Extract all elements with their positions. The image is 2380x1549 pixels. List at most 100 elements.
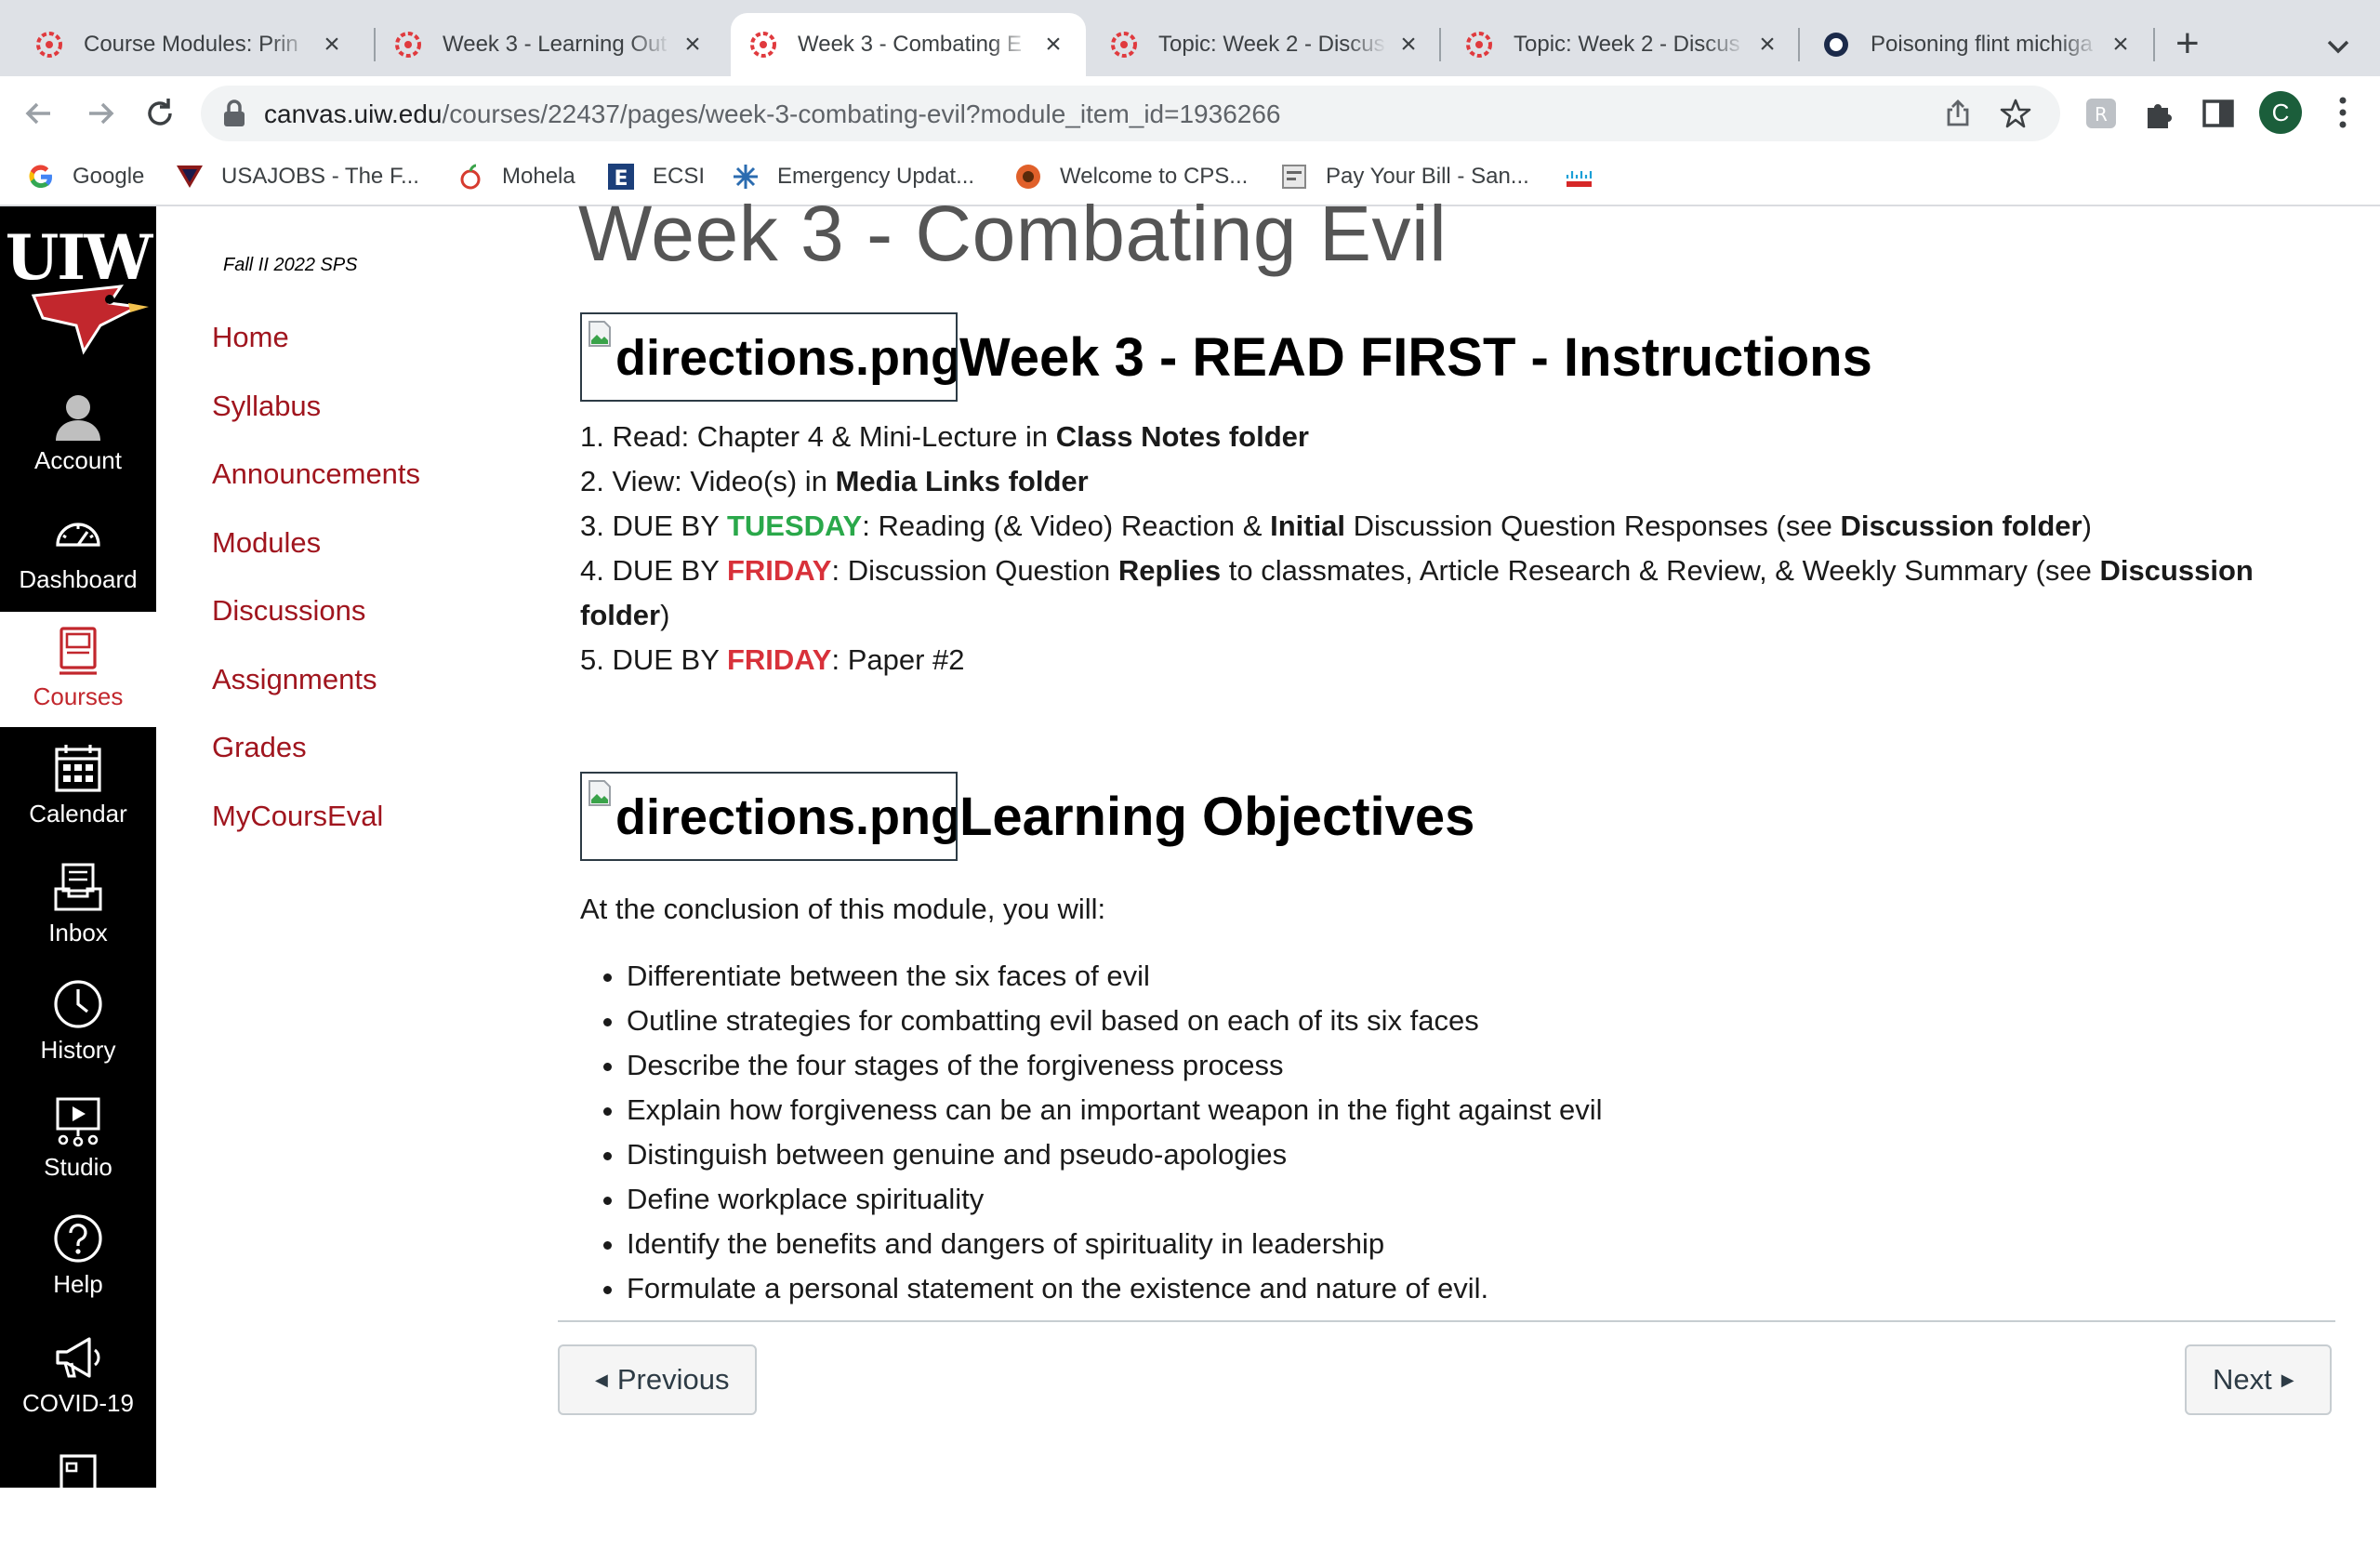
- instruction-bold: Media Links folder: [835, 465, 1089, 497]
- course-nav-home[interactable]: Home: [212, 316, 420, 385]
- account-icon: [56, 395, 100, 441]
- global-nav-more[interactable]: [0, 1434, 156, 1549]
- instruction-text: ): [2082, 510, 2092, 542]
- objectives-list: Differentiate between the six faces of e…: [580, 954, 1602, 1311]
- canvas-favicon-icon: [395, 32, 421, 58]
- instruction-item-4: 4. DUE BY FRIDAY: Discussion Question Re…: [580, 549, 2254, 638]
- tab-separator: [1439, 28, 1441, 61]
- extension-r-icon[interactable]: R: [2082, 95, 2120, 132]
- browser-tab[interactable]: Week 3 - Learning Out ×: [376, 13, 725, 76]
- next-button[interactable]: Next ▶: [2185, 1344, 2332, 1415]
- browser-toolbar: canvas.uiw.edu/courses/22437/pages/week-…: [0, 76, 2380, 149]
- instructions-heading: Week 3 - READ FIRST - Instructions: [959, 326, 1872, 388]
- global-nav-studio[interactable]: Studio: [0, 1082, 156, 1198]
- lock-icon[interactable]: [221, 99, 247, 128]
- course-nav-assignments[interactable]: Assignments: [212, 658, 420, 727]
- help-icon: [54, 1214, 102, 1263]
- bookmark-cisco[interactable]: [1564, 158, 1610, 195]
- bookmark-label: Mohela: [502, 164, 575, 189]
- close-tab-icon[interactable]: ×: [320, 29, 344, 60]
- back-arrow-icon[interactable]: [19, 93, 60, 134]
- directions-image-broken: directions.png: [580, 772, 958, 861]
- extensions-puzzle-icon[interactable]: [2140, 95, 2177, 132]
- previous-label: Previous: [616, 1363, 730, 1396]
- bookmark-label: Google: [73, 164, 145, 189]
- course-nav-announcements[interactable]: Announcements: [212, 453, 420, 522]
- instruction-text: 4. DUE BY: [580, 554, 727, 587]
- content-divider: [558, 1320, 2335, 1322]
- course-nav-modules[interactable]: Modules: [212, 522, 420, 590]
- close-tab-icon[interactable]: ×: [2109, 29, 2133, 60]
- tab-search-chevron-icon[interactable]: [2320, 28, 2357, 65]
- courses-icon: [60, 627, 97, 675]
- cisco-icon: [1566, 171, 1593, 187]
- svg-text:UIW: UIW: [6, 221, 153, 294]
- bookmark-usajobs[interactable]: USAJOBS - The F...: [175, 158, 419, 195]
- browser-menu-icon[interactable]: [2324, 93, 2361, 132]
- close-tab-icon[interactable]: ×: [1396, 29, 1421, 60]
- side-panel-icon[interactable]: [2200, 95, 2237, 132]
- global-nav-account[interactable]: Account: [0, 376, 156, 491]
- objective-item: Define workplace spirituality: [627, 1177, 1602, 1222]
- global-nav-label: Calendar: [29, 800, 127, 827]
- global-nav-covid-19[interactable]: COVID-19: [0, 1318, 156, 1434]
- global-nav-dashboard[interactable]: Dashboard: [0, 495, 156, 610]
- canvas-favicon-icon: [1111, 32, 1137, 58]
- new-tab-button[interactable]: +: [2175, 20, 2200, 67]
- instruction-bold: Class Notes folder: [1055, 420, 1309, 453]
- profile-avatar[interactable]: C: [2259, 91, 2302, 134]
- usajobs-icon: [177, 165, 203, 188]
- browser-tab[interactable]: Topic: Week 2 - Discus ×: [1091, 13, 1441, 76]
- instruction-text: to classmates, Article Research & Review…: [1221, 554, 2100, 587]
- course-nav-mycourseval[interactable]: MyCoursEval: [212, 795, 420, 864]
- global-nav-courses[interactable]: Courses: [0, 612, 156, 727]
- global-nav-label: Dashboard: [19, 565, 138, 593]
- bookmark-google[interactable]: Google: [26, 158, 144, 195]
- instruction-item-3: 3. DUE BY TUESDAY: Reading (& Video) Rea…: [580, 504, 2254, 549]
- share-icon[interactable]: [1943, 99, 1973, 128]
- previous-button[interactable]: ◀ Previous: [558, 1344, 758, 1415]
- global-nav-label: Studio: [44, 1153, 112, 1181]
- course-navigation: Home Syllabus Announcements Modules Disc…: [212, 316, 420, 863]
- uiw-cardinal-logo[interactable]: UIW: [0, 221, 156, 361]
- address-bar[interactable]: canvas.uiw.edu/courses/22437/pages/week-…: [201, 86, 2060, 141]
- canvas-favicon-icon: [750, 32, 776, 58]
- course-nav-grades[interactable]: Grades: [212, 726, 420, 795]
- caret-right-icon: ▶: [2281, 1370, 2294, 1389]
- browser-tab-active[interactable]: Week 3 - Combating E ×: [731, 13, 1086, 76]
- instruction-text: ): [660, 599, 670, 631]
- global-nav-calendar[interactable]: Calendar: [0, 729, 156, 844]
- close-tab-icon[interactable]: ×: [1755, 29, 1779, 60]
- global-nav-label: History: [40, 1036, 116, 1064]
- forward-arrow-icon[interactable]: [80, 93, 121, 134]
- close-tab-icon[interactable]: ×: [1041, 29, 1065, 60]
- global-nav-label: Help: [53, 1270, 103, 1298]
- browser-tab[interactable]: Course Modules: Prin ×: [17, 13, 364, 76]
- due-day-friday: FRIDAY: [726, 643, 832, 676]
- tab-separator: [2153, 28, 2155, 61]
- global-nav-history[interactable]: History: [0, 965, 156, 1080]
- course-nav-syllabus[interactable]: Syllabus: [212, 385, 420, 454]
- instruction-text: : Discussion Question: [831, 554, 1118, 587]
- tab-title: Topic: Week 2 - Discus: [1514, 32, 1740, 57]
- instruction-bold: Initial: [1270, 510, 1346, 542]
- global-navigation: UIW Account Dashboard Courses Calendar I…: [0, 206, 156, 1499]
- tab-title: Poisoning flint michiga: [1871, 32, 2093, 57]
- instruction-text: 3. DUE BY: [580, 510, 727, 542]
- instruction-text: : Paper #2: [831, 643, 965, 676]
- bookmark-mohela[interactable]: Mohela: [456, 158, 575, 195]
- course-nav-discussions[interactable]: Discussions: [212, 589, 420, 658]
- global-nav-help[interactable]: Help: [0, 1199, 156, 1315]
- directions-image-broken: directions.png: [580, 312, 958, 402]
- browser-tab[interactable]: Topic: Week 2 - Discus ×: [1447, 13, 1800, 76]
- reload-icon[interactable]: [139, 93, 180, 134]
- browser-tab-strip: Course Modules: Prin × Week 3 - Learning…: [0, 0, 2380, 76]
- browser-tab[interactable]: Poisoning flint michiga ×: [1804, 13, 2153, 76]
- objective-item: Describe the four stages of the forgiven…: [627, 1043, 1602, 1088]
- image-alt-text: directions.png: [615, 789, 958, 845]
- global-nav-inbox[interactable]: Inbox: [0, 848, 156, 963]
- studio-icon: [56, 1097, 100, 1147]
- bookmark-star-icon[interactable]: [1999, 97, 2032, 130]
- objectives-heading: Learning Objectives: [959, 786, 1475, 847]
- close-tab-icon[interactable]: ×: [681, 29, 705, 60]
